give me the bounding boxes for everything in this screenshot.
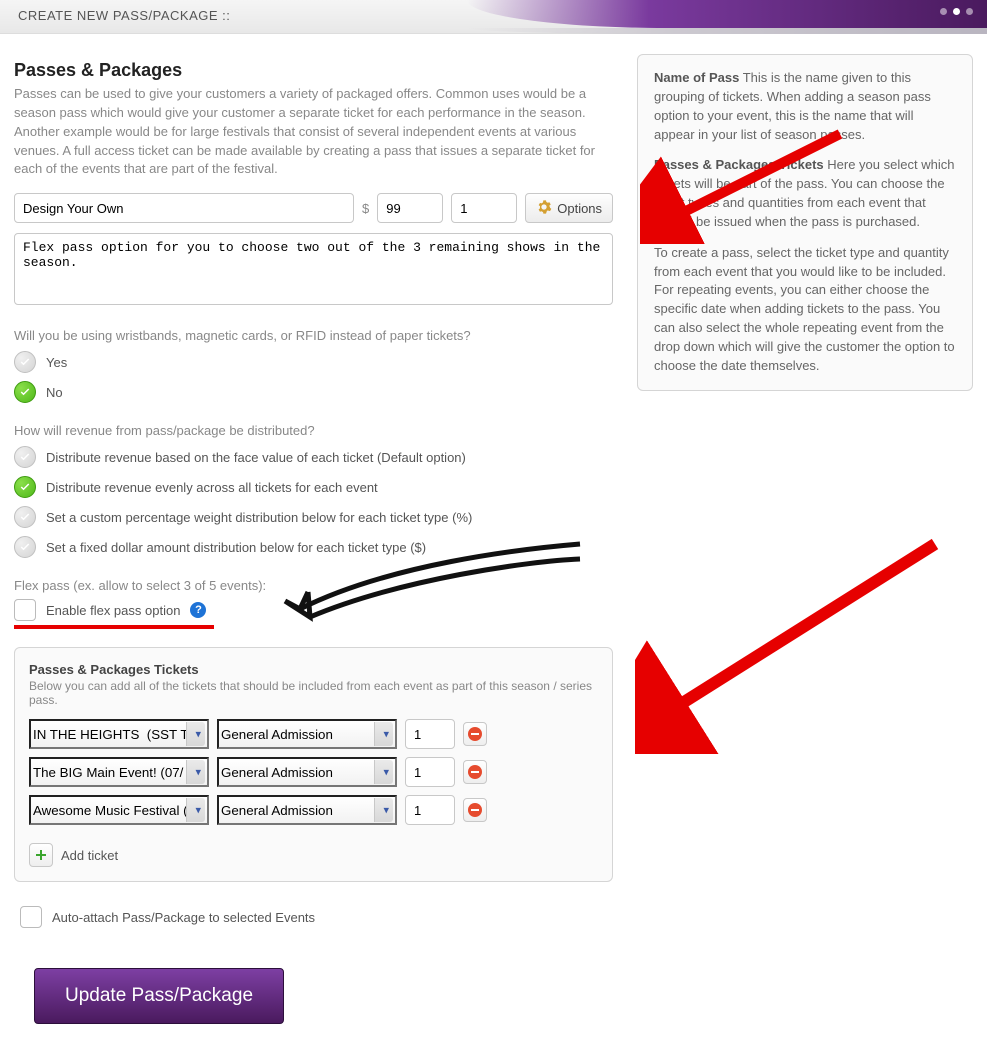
- revenue-fixed-label: Set a fixed dollar amount distribution b…: [46, 540, 426, 555]
- ticket-qty-input[interactable]: [405, 719, 455, 749]
- wristband-no-radio[interactable]: No: [14, 381, 613, 403]
- info-p3-text: To create a pass, select the ticket type…: [654, 244, 956, 376]
- add-ticket-label: Add ticket: [61, 848, 118, 863]
- add-ticket-button[interactable]: Add ticket: [29, 843, 118, 867]
- remove-ticket-button[interactable]: [463, 798, 487, 822]
- ticket-row: ▾ ▾: [29, 719, 598, 749]
- check-icon: [14, 506, 36, 528]
- update-pass-label: Update Pass/Package: [65, 985, 253, 1006]
- remove-ticket-button[interactable]: [463, 760, 487, 784]
- header-title: CREATE NEW PASS/PACKAGE ::: [18, 8, 230, 23]
- ticket-event-select[interactable]: [29, 719, 209, 749]
- auto-attach-label: Auto-attach Pass/Package to selected Eve…: [52, 910, 315, 925]
- check-icon: [14, 536, 36, 558]
- wristband-question: Will you be using wristbands, magnetic c…: [14, 328, 613, 343]
- check-icon: [14, 446, 36, 468]
- options-button[interactable]: Options: [525, 193, 613, 223]
- ticket-qty-input[interactable]: [405, 795, 455, 825]
- revenue-default-radio[interactable]: Distribute revenue based on the face val…: [14, 446, 613, 468]
- revenue-default-label: Distribute revenue based on the face val…: [46, 450, 466, 465]
- currency-symbol: $: [362, 201, 369, 216]
- revenue-even-radio[interactable]: Distribute revenue evenly across all tic…: [14, 476, 613, 498]
- limit-input[interactable]: [451, 193, 517, 223]
- auto-attach-checkbox[interactable]: [20, 906, 42, 928]
- revenue-question: How will revenue from pass/package be di…: [14, 423, 613, 438]
- check-icon: [14, 351, 36, 373]
- info-p1-bold: Name of Pass: [654, 70, 739, 85]
- header-bar: CREATE NEW PASS/PACKAGE ::: [0, 0, 987, 34]
- flexpass-checkbox[interactable]: [14, 599, 36, 621]
- revenue-even-label: Distribute revenue evenly across all tic…: [46, 480, 378, 495]
- plus-icon: [29, 843, 53, 867]
- annotation-arrow-red: [635, 534, 955, 754]
- ticket-qty-input[interactable]: [405, 757, 455, 787]
- wristband-yes-radio[interactable]: Yes: [14, 351, 613, 373]
- info-box: Name of Pass This is the name given to t…: [637, 54, 973, 391]
- ticket-type-select[interactable]: [217, 757, 397, 787]
- revenue-fixed-radio[interactable]: Set a fixed dollar amount distribution b…: [14, 536, 613, 558]
- ticket-row: ▾ ▾: [29, 757, 598, 787]
- options-label: Options: [557, 201, 602, 216]
- ticket-type-select[interactable]: [217, 795, 397, 825]
- page-title: Passes & Packages: [14, 60, 613, 81]
- ticket-event-select[interactable]: [29, 757, 209, 787]
- help-icon[interactable]: ?: [190, 602, 206, 618]
- price-input[interactable]: [377, 193, 443, 223]
- wristband-yes-label: Yes: [46, 355, 67, 370]
- check-icon: [14, 381, 36, 403]
- intro-text: Passes can be used to give your customer…: [14, 85, 613, 179]
- tickets-panel-title: Passes & Packages Tickets: [29, 662, 598, 677]
- info-p2-bold: Passes & Packages Tickets: [654, 157, 824, 172]
- description-textarea[interactable]: [14, 233, 613, 305]
- header-pagination-dots: [940, 8, 973, 15]
- annotation-underline: [14, 625, 214, 629]
- ticket-row: ▾ ▾: [29, 795, 598, 825]
- flexpass-label: Enable flex pass option: [46, 603, 180, 618]
- pass-name-input[interactable]: [14, 193, 354, 223]
- update-pass-button[interactable]: Update Pass/Package: [34, 968, 284, 1024]
- ticket-event-select[interactable]: [29, 795, 209, 825]
- remove-ticket-button[interactable]: [463, 722, 487, 746]
- revenue-percent-label: Set a custom percentage weight distribut…: [46, 510, 472, 525]
- wristband-no-label: No: [46, 385, 63, 400]
- revenue-percent-radio[interactable]: Set a custom percentage weight distribut…: [14, 506, 613, 528]
- flexpass-hint: Flex pass (ex. allow to select 3 of 5 ev…: [14, 578, 613, 593]
- gear-icon: [536, 199, 552, 218]
- tickets-panel: Passes & Packages Tickets Below you can …: [14, 647, 613, 882]
- header-swoosh: [467, 0, 987, 28]
- check-icon: [14, 476, 36, 498]
- ticket-type-select[interactable]: [217, 719, 397, 749]
- tickets-panel-desc: Below you can add all of the tickets tha…: [29, 679, 598, 707]
